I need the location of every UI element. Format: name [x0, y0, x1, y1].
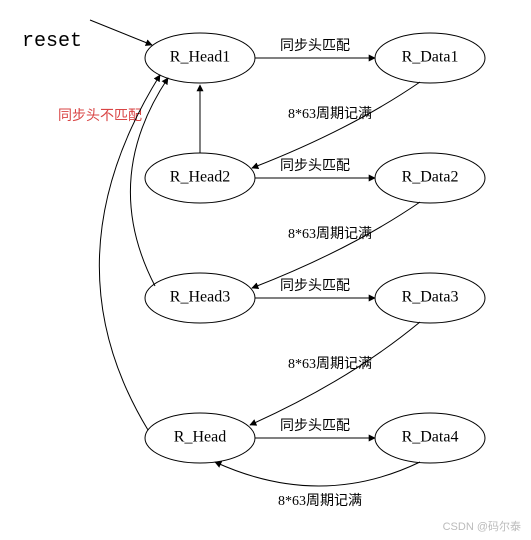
edge-h1-d1-label: 同步头匹配 — [280, 38, 350, 54]
edge-d2-h3 — [252, 202, 420, 288]
state-diagram: reset R_Head1 R_Data1 同步头匹配 R_Head2 R_Da… — [0, 0, 531, 540]
edge-h4-d4-label: 同步头匹配 — [280, 418, 350, 434]
edge-h3-d3-label: 同步头匹配 — [280, 278, 350, 294]
node-r-data4-label: R_Data4 — [402, 429, 459, 446]
node-r-head2-label: R_Head2 — [170, 169, 230, 186]
node-r-head1-label: R_Head1 — [170, 49, 230, 66]
edge-d4-h4 — [215, 462, 420, 486]
edge-h2-d2-label: 同步头匹配 — [280, 158, 350, 174]
node-r-data3-label: R_Data3 — [402, 289, 459, 306]
edge-d1-h2 — [252, 82, 420, 168]
edge-h4-h1 — [99, 75, 160, 430]
node-r-data1-label: R_Data1 — [402, 49, 459, 66]
edge-h2-h1-label: 同步头不匹配 — [58, 108, 142, 124]
reset-edge — [90, 20, 152, 45]
edge-d3-h4 — [250, 322, 420, 425]
reset-label: reset — [22, 30, 82, 53]
node-r-head3-label: R_Head3 — [170, 289, 230, 306]
edge-d3-h4-label: 8*63周期记满 — [288, 356, 372, 372]
edge-d4-h4-label: 8*63周期记满 — [278, 493, 362, 509]
watermark: CSDN @码尔泰 — [443, 518, 521, 534]
node-r-data2-label: R_Data2 — [402, 169, 459, 186]
node-r-head4-label: R_Head — [174, 429, 226, 446]
edge-d2-h3-label: 8*63周期记满 — [288, 226, 372, 242]
edge-d1-h2-label: 8*63周期记满 — [288, 106, 372, 122]
